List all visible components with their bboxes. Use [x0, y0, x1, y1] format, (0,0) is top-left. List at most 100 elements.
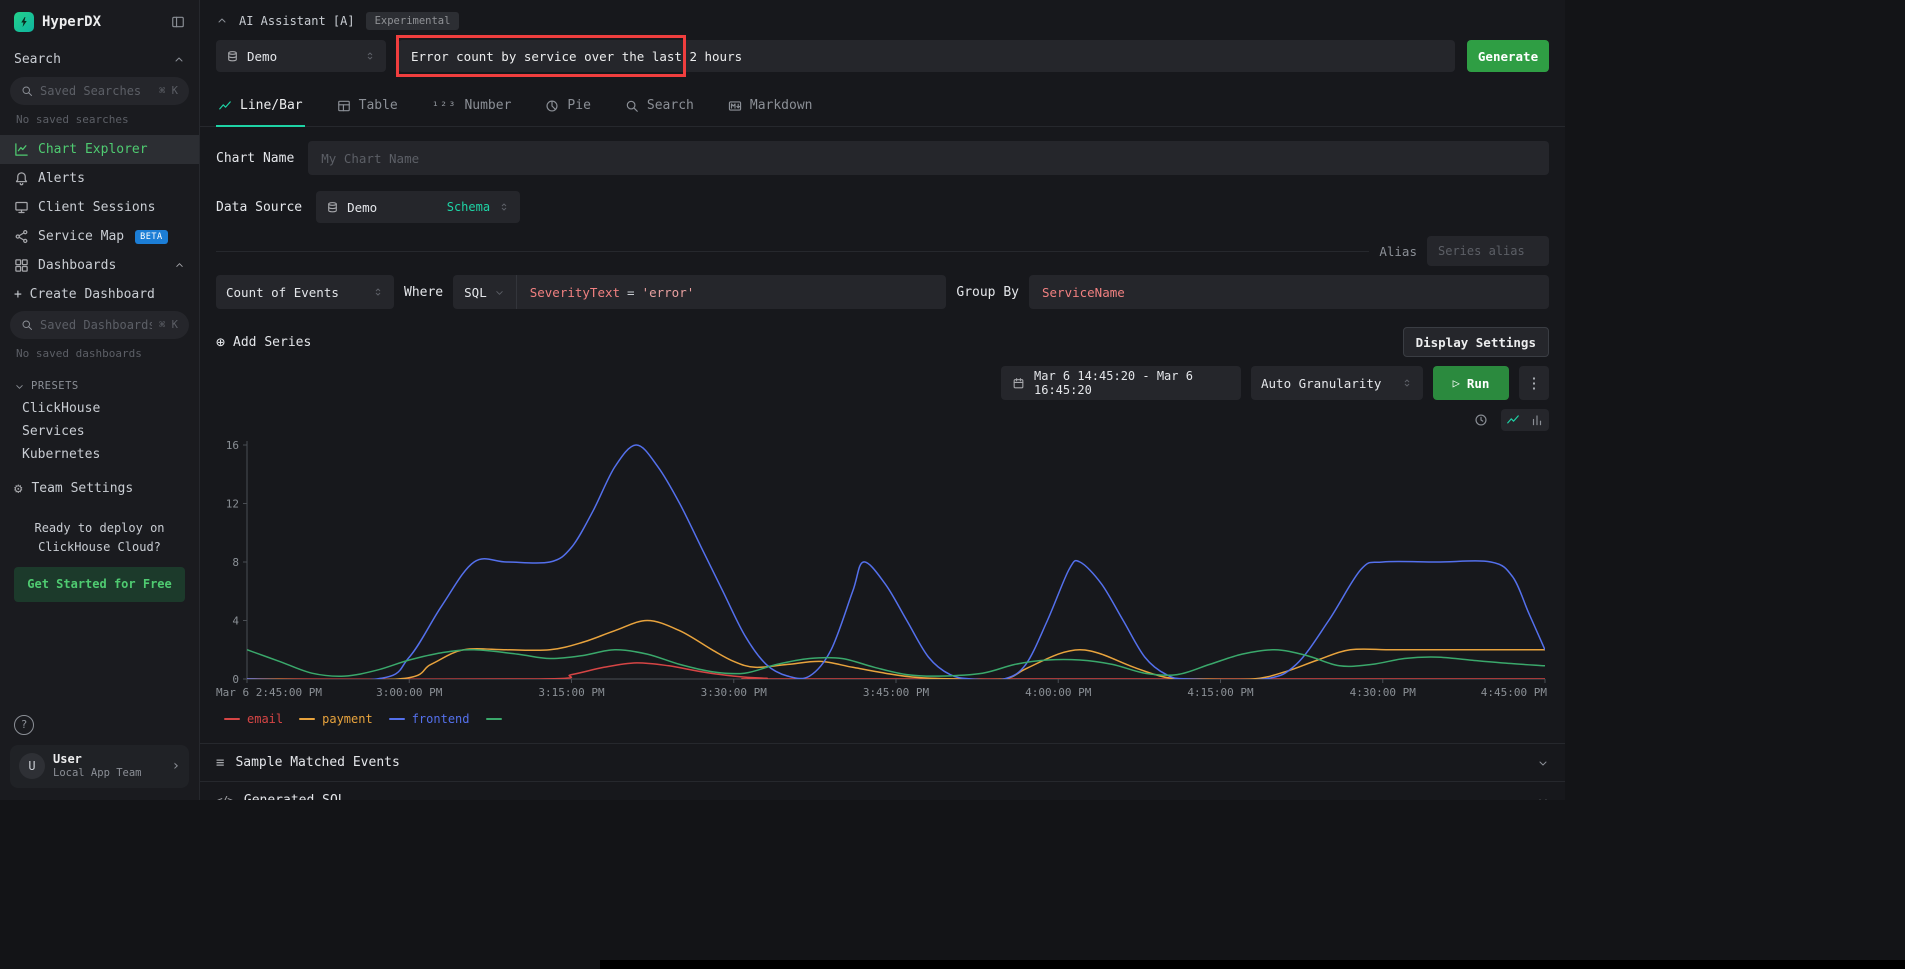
data-source-label: Data Source [216, 200, 302, 215]
chevron-down-icon [494, 287, 505, 298]
preset-item-clickhouse[interactable]: ClickHouse [0, 397, 199, 420]
alias-label: Alias [1379, 244, 1417, 259]
create-dashboard-button[interactable]: + Create Dashboard [0, 280, 199, 309]
ai-prompt-input[interactable] [398, 40, 1455, 72]
saved-dashboards-placeholder: Saved Dashboards [40, 318, 152, 332]
sample-matched-events-section[interactable]: ≡ Sample Matched Events [200, 743, 1565, 781]
preset-item-services[interactable]: Services [0, 420, 199, 443]
group-by-input[interactable]: ServiceName [1029, 275, 1549, 309]
code-icon: </> [216, 795, 233, 800]
legend-item[interactable]: payment [299, 712, 373, 726]
cmd-k-shortcut: ⌘ K [159, 319, 178, 331]
pie-chart-icon [545, 99, 559, 113]
data-source-select[interactable]: Demo Schema [316, 191, 520, 223]
where-label: Where [404, 285, 443, 300]
preset-item-kubernetes[interactable]: Kubernetes [0, 443, 199, 466]
sidebar-item-team-settings[interactable]: ⚙ Team Settings [0, 474, 199, 503]
avatar: U [19, 753, 45, 779]
get-started-button[interactable]: Get Started for Free [14, 567, 185, 602]
tab-markdown[interactable]: Markdown [726, 92, 815, 126]
language-select[interactable]: SQL [453, 275, 517, 309]
play-icon: ▷ [1453, 377, 1460, 389]
monitor-icon [14, 200, 29, 215]
bar-mode-button[interactable] [1525, 409, 1549, 431]
more-options-button[interactable]: ⋮ [1519, 366, 1549, 400]
series-editor-row: Count of Events Where SQL SeverityText =… [200, 275, 1565, 309]
run-button[interactable]: ▷ Run [1433, 366, 1509, 400]
add-series-row: ⊕ Add Series Display Settings [200, 327, 1565, 357]
select-chevrons-icon [372, 286, 384, 298]
saved-dashboards-input[interactable]: Saved Dashboards ⌘ K [10, 311, 189, 339]
line-mode-button[interactable] [1501, 409, 1525, 431]
chart-canvas[interactable]: 0481216Mar 6 2:45:00 PM3:00:00 PM3:15:00… [216, 437, 1549, 705]
chart-type-toggle-group [1501, 409, 1549, 431]
plus-circle-icon: ⊕ [216, 335, 225, 350]
legend-label: frontend [412, 712, 470, 726]
ai-assistant-bar: AI Assistant [A] Experimental [200, 0, 1565, 34]
user-menu[interactable]: U User Local App Team › [10, 745, 189, 788]
time-range-picker[interactable]: Mar 6 14:45:20 - Mar 6 16:45:20 [1001, 366, 1241, 400]
display-settings-button[interactable]: Display Settings [1403, 327, 1549, 357]
schema-button[interactable]: Schema [447, 200, 490, 214]
service-map-icon [14, 229, 29, 244]
alias-input[interactable] [1427, 236, 1549, 266]
table-icon [337, 99, 351, 113]
tab-number[interactable]: ¹²³ Number [430, 92, 514, 126]
dashboards-grid-icon [14, 258, 29, 273]
divider [216, 251, 1369, 252]
help-button[interactable]: ? [14, 715, 34, 735]
select-chevrons-icon [498, 201, 510, 213]
legend-item[interactable] [486, 718, 502, 720]
team-settings-label: Team Settings [31, 481, 133, 496]
granularity-select[interactable]: Auto Granularity [1251, 366, 1423, 400]
saved-searches-input[interactable]: Saved Searches ⌘ K [10, 77, 189, 105]
run-label: Run [1467, 376, 1490, 391]
legend-item[interactable]: frontend [389, 712, 470, 726]
time-range-value: Mar 6 14:45:20 - Mar 6 16:45:20 [1034, 369, 1230, 397]
time-picker-icon-button[interactable] [1469, 409, 1493, 431]
line-chart-icon [1506, 413, 1520, 427]
beta-badge: BETA [135, 230, 167, 244]
hyperdx-logo-icon [14, 12, 34, 32]
svg-text:3:00:00 PM: 3:00:00 PM [376, 686, 443, 699]
search-icon [21, 319, 33, 331]
section-label: Sample Matched Events [235, 755, 399, 770]
tab-pie[interactable]: Pie [543, 92, 592, 126]
source-select[interactable]: Demo [216, 40, 386, 72]
tab-line-bar[interactable]: Line/Bar [216, 92, 305, 126]
tab-label: Search [647, 98, 694, 113]
line-chart-icon [218, 99, 232, 113]
sidebar-item-service-map[interactable]: Service Map BETA [0, 222, 199, 251]
chart-name-input[interactable] [308, 141, 1549, 175]
sidebar-item-chart-explorer[interactable]: Chart Explorer [0, 135, 199, 164]
collapse-chevron-icon[interactable] [216, 15, 228, 27]
sidebar-item-client-sessions[interactable]: Client Sessions [0, 193, 199, 222]
nav-label: Client Sessions [38, 200, 155, 215]
numbers-icon: ¹²³ [432, 99, 457, 113]
svg-text:4: 4 [232, 615, 239, 628]
svg-text:Mar 6 2:45:00 PM: Mar 6 2:45:00 PM [216, 686, 322, 699]
chevron-right-icon: › [172, 758, 180, 774]
experimental-badge: Experimental [366, 12, 460, 30]
search-icon [21, 85, 33, 97]
clickhouse-cloud-promo: Ready to deploy on ClickHouse Cloud? Get… [0, 503, 199, 602]
legend-label: payment [322, 712, 373, 726]
search-section-header[interactable]: Search [0, 42, 199, 75]
data-source-row: Data Source Demo Schema [200, 191, 1565, 223]
desktop-background: HyperDX Search Saved Searches ⌘ K No sav… [0, 0, 1905, 969]
add-series-button[interactable]: ⊕ Add Series [216, 335, 311, 350]
sidebar-item-alerts[interactable]: Alerts [0, 164, 199, 193]
tab-search[interactable]: Search [623, 92, 696, 126]
tab-table[interactable]: Table [335, 92, 400, 126]
where-expression-input[interactable]: SeverityText = 'error' [517, 275, 947, 309]
collapse-sidebar-icon[interactable] [171, 15, 185, 29]
markdown-icon [728, 99, 742, 113]
group-by-label: Group By [956, 285, 1019, 300]
svg-text:3:15:00 PM: 3:15:00 PM [538, 686, 605, 699]
generated-sql-section[interactable]: </> Generated SQL [200, 781, 1565, 800]
generate-button[interactable]: Generate [1467, 40, 1549, 72]
sidebar-item-dashboards[interactable]: Dashboards [0, 251, 199, 280]
aggregation-select[interactable]: Count of Events [216, 275, 394, 309]
legend-item[interactable]: email [224, 712, 283, 726]
presets-section-header[interactable]: PRESETS [0, 369, 199, 397]
